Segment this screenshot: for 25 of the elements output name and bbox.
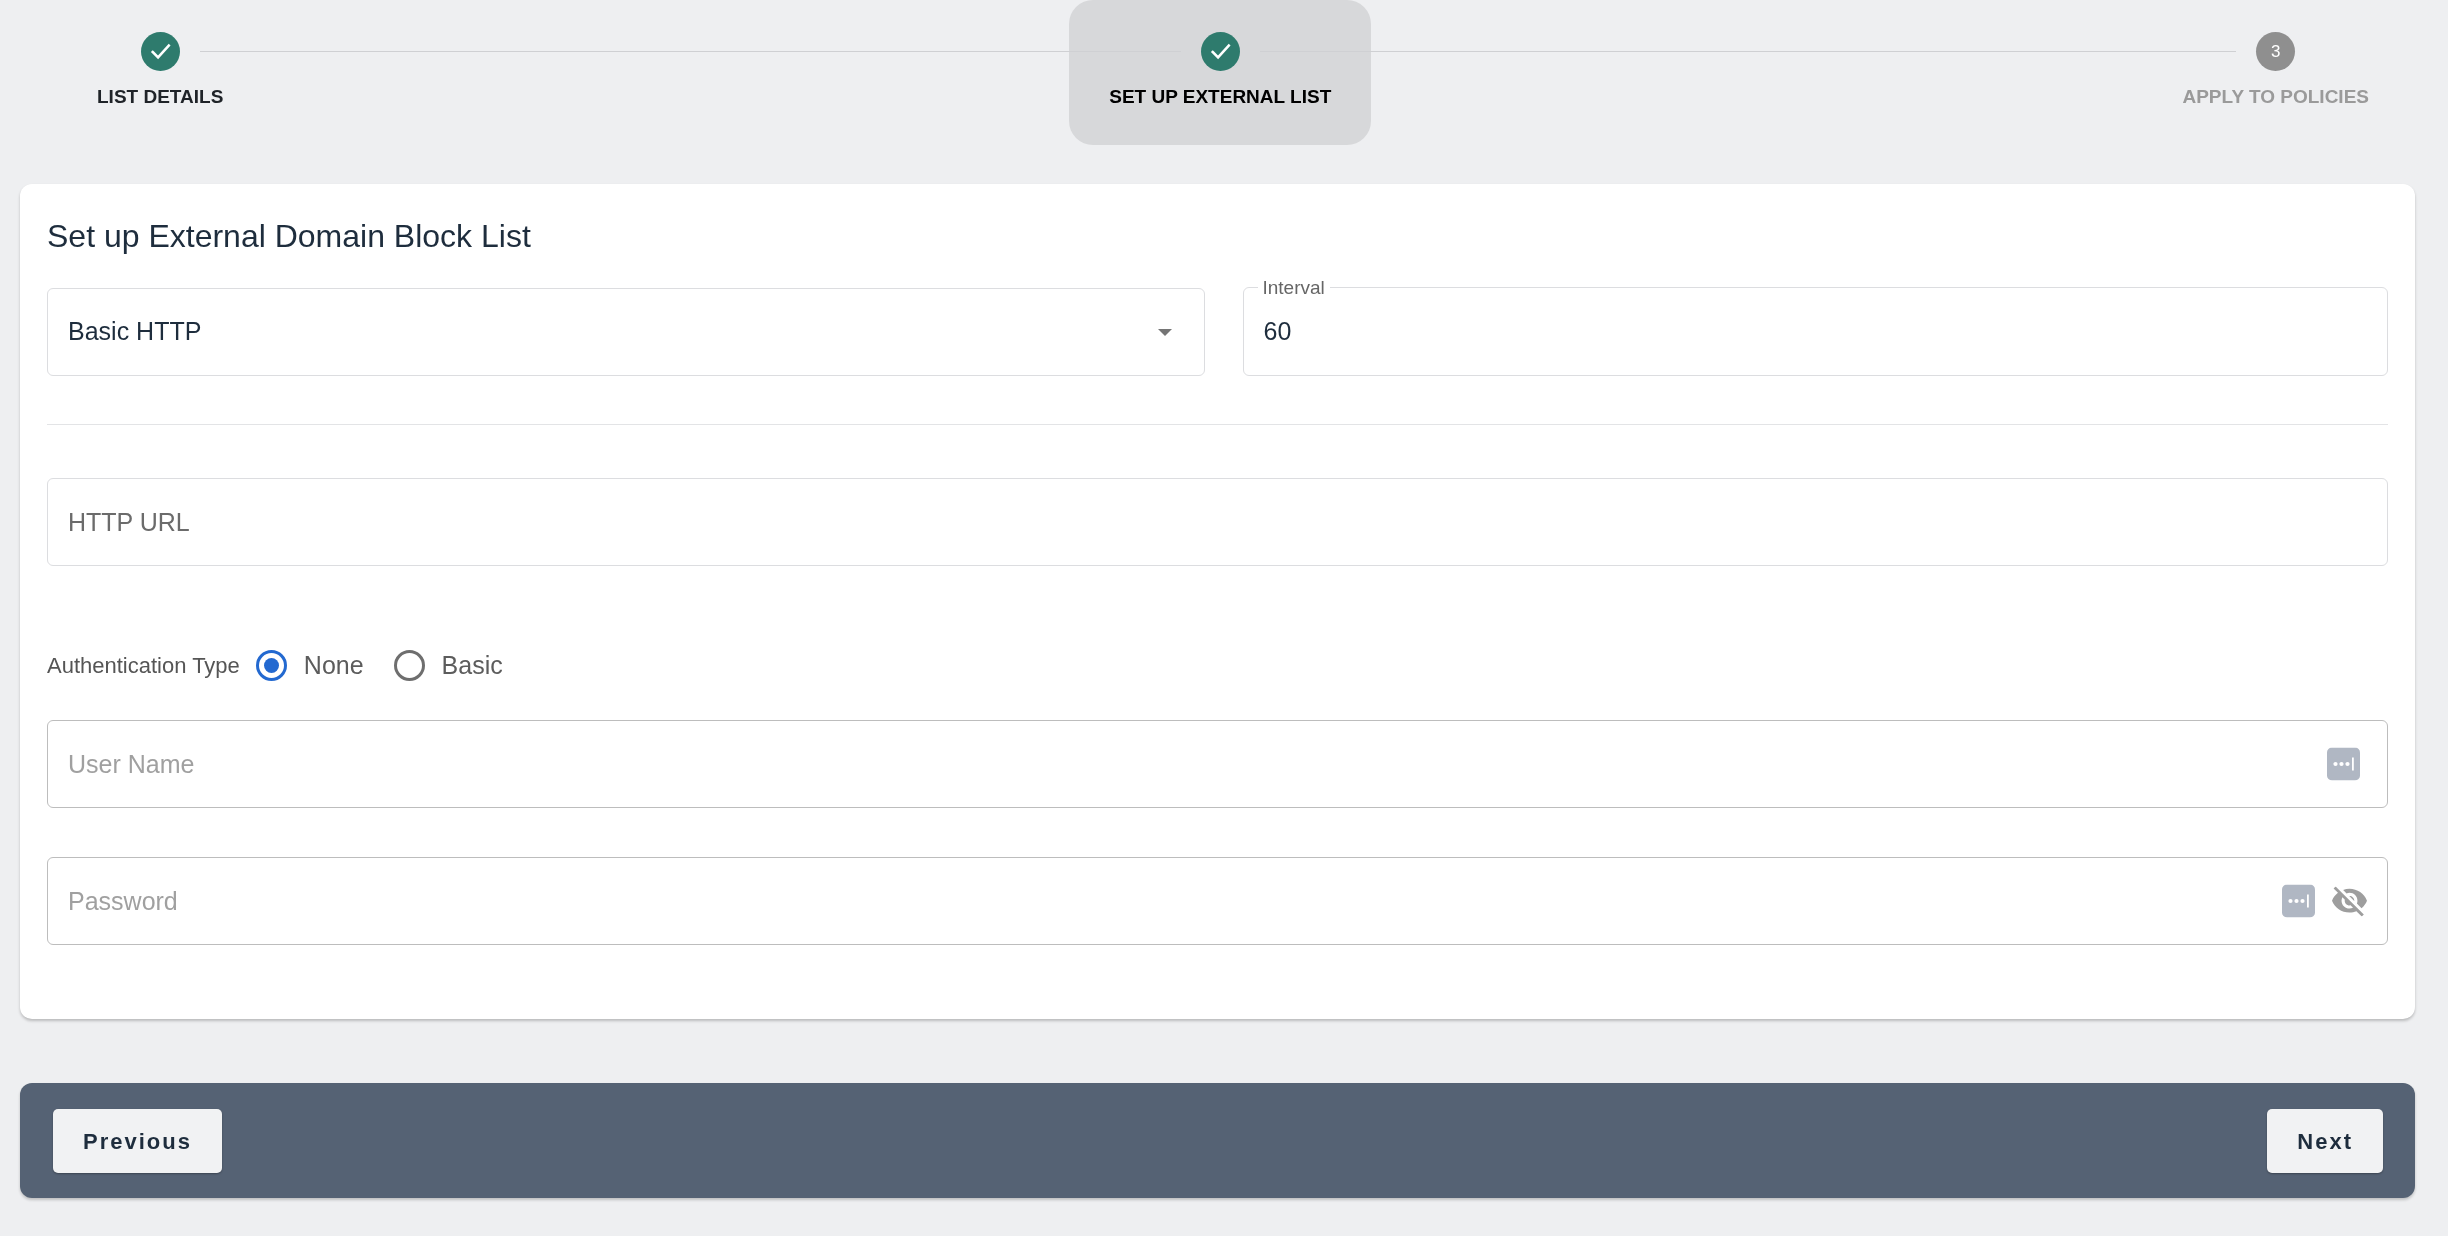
step-label: LIST DETAILS [97,85,224,108]
caret-icon [1157,328,1172,336]
radio-option[interactable]: Basic [393,650,503,681]
url-field[interactable]: HTTP URL [47,478,2388,566]
card-title: Set up External Domain Block List [47,217,532,255]
dots-cursor-icon[interactable] [2327,747,2360,781]
radio-button[interactable] [255,650,287,681]
password-field[interactable]: Password [47,857,2388,945]
eye-slash-icon[interactable] [2332,886,2367,916]
interval-input[interactable]: 60 [1263,297,2367,365]
step-label: APPLY TO POLICIES [2182,85,2369,108]
step-number: 3 [2256,32,2296,71]
step-label: SET UP EXTERNAL LIST [1109,85,1332,108]
radio-button[interactable] [393,650,425,681]
stepper-step[interactable]: SET UP EXTERNAL LIST [1069,0,1372,145]
interval-field[interactable]: Interval 60 [1242,278,2388,376]
user-name-field[interactable]: User Name [47,720,2388,808]
auth-type-label: Authentication Type [47,652,240,680]
next-button[interactable]: Next [2267,1109,2383,1173]
interval-label: Interval [1261,278,1326,297]
dots-cursor-icon[interactable] [2282,884,2315,918]
radio-option[interactable]: None [255,650,364,681]
stepper-step[interactable]: LIST DETAILS [57,0,264,145]
source-type-dropdown[interactable]: Basic HTTP [47,288,1205,376]
previous-button[interactable]: Previous [53,1109,222,1173]
